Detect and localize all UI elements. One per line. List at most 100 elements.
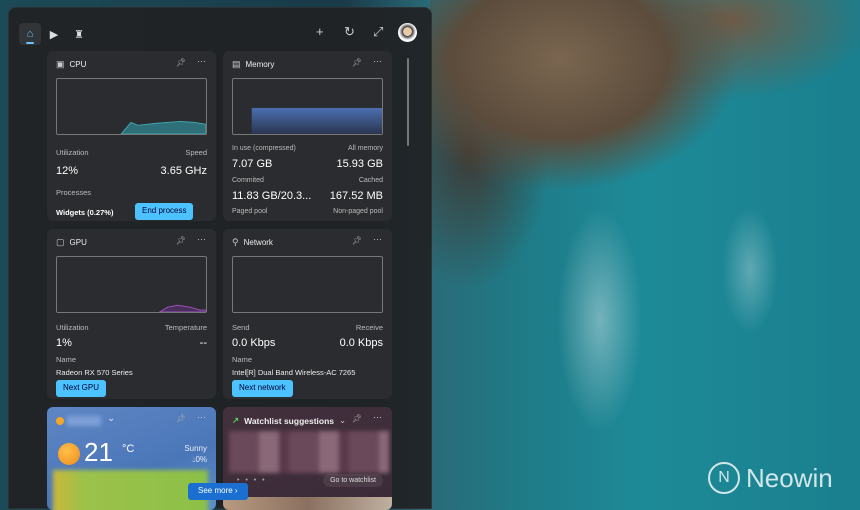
tab-watch[interactable]: ▶	[43, 23, 65, 45]
cpu-graph	[56, 78, 207, 135]
send-value: 0.0 Kbps	[232, 337, 276, 349]
refresh-button[interactable]: ↻	[344, 24, 355, 40]
temperature-unit: °C	[122, 443, 135, 455]
temperature-value: 21	[84, 437, 113, 467]
pin-icon[interactable]: 📌︎	[176, 414, 186, 423]
game-icon: ♜	[74, 28, 84, 41]
more-options-icon[interactable]: ···	[197, 412, 206, 422]
news-image	[223, 497, 392, 510]
tab-gaming[interactable]: ♜	[68, 23, 90, 45]
widgets-board: ⌂ ▶ ♜ + ↻ ⤢ ▣ CPU 📌︎ ··· Utilization Speed…	[8, 7, 432, 510]
cached-label: Cached	[358, 177, 383, 184]
more-options-icon[interactable]: ···	[373, 56, 382, 66]
committed-value: 11.83 GB/20.3...	[232, 190, 312, 202]
pin-icon[interactable]: 📌︎	[352, 236, 362, 245]
non-paged-pool-label: Non-paged pool	[333, 208, 383, 215]
expand-button[interactable]: ⤢	[373, 24, 383, 40]
adapter-name: Intel[R] Dual Band Wireless-AC 7265	[232, 368, 356, 377]
precipitation-value: 0%	[195, 455, 207, 464]
see-more-button[interactable]: See more ›	[188, 483, 248, 500]
utilization-value: 1%	[56, 337, 72, 349]
add-icon: +	[316, 24, 324, 39]
network-graph	[232, 256, 383, 313]
more-options-icon[interactable]: ···	[373, 234, 382, 244]
sunny-icon	[58, 443, 80, 465]
top-process: Widgets (0.27%)	[56, 208, 114, 217]
temperature-label: Temperature	[164, 323, 207, 332]
more-options-icon[interactable]: ···	[197, 56, 206, 66]
gpu-icon: ▢	[56, 237, 65, 247]
send-label: Send	[232, 323, 250, 332]
precipitation: 💧︎0%	[192, 455, 207, 464]
more-options-icon[interactable]: ···	[373, 412, 382, 422]
add-widget-button[interactable]: +	[316, 24, 324, 39]
utilization-label: Utilization	[56, 323, 89, 332]
widget-title: Watchlist suggestions	[244, 415, 335, 426]
memory-graph-fill	[251, 107, 382, 134]
weather-location-icon	[56, 417, 64, 425]
see-more-label: See more	[198, 486, 233, 495]
chevron-down-icon[interactable]: ⌄	[107, 413, 115, 424]
receive-value: 0.0 Kbps	[339, 337, 383, 349]
next-gpu-button[interactable]: Next GPU	[56, 380, 107, 397]
widget-title: Network	[243, 238, 273, 247]
neowin-watermark: N Neowin	[708, 462, 833, 494]
memory-icon: ▤	[232, 59, 241, 69]
end-process-button[interactable]: End process	[135, 203, 194, 220]
cpu-icon: ▣	[56, 59, 65, 69]
cpu-widget: ▣ CPU 📌︎ ··· Utilization Speed 12% 3.65 GH…	[47, 51, 216, 221]
gpu-name: Radeon RX 570 Series	[56, 368, 133, 377]
widget-title: GPU	[69, 238, 87, 247]
go-to-watchlist-button[interactable]: Go to watchlist	[323, 474, 383, 487]
cpu-graph-line	[120, 120, 206, 134]
play-icon: ▶	[49, 28, 59, 41]
utilization-label: Utilization	[56, 148, 89, 157]
scrollbar[interactable]	[407, 58, 409, 146]
pin-icon[interactable]: 📌︎	[352, 414, 362, 423]
more-options-icon[interactable]: ···	[197, 234, 206, 244]
neowin-logo: N	[708, 462, 740, 494]
gpu-widget: ▢ GPU 📌︎ ··· Utilization Temperature 1% --…	[47, 229, 216, 399]
pin-icon[interactable]: 📌︎	[176, 58, 186, 67]
gpu-graph	[56, 256, 207, 313]
avatar[interactable]	[398, 23, 417, 42]
chevron-down-icon[interactable]: ⌄	[339, 415, 346, 426]
receive-label: Receive	[355, 323, 383, 332]
name-label: Name	[56, 355, 77, 364]
all-memory-value: 15.93 GB	[336, 158, 383, 170]
in-use-value: 7.07 GB	[232, 158, 273, 170]
memory-widget: ▤ Memory 📌︎ ··· In use (compressed) All me…	[223, 51, 392, 221]
tab-home[interactable]: ⌂	[19, 23, 41, 45]
utilization-value: 12%	[56, 165, 79, 177]
weather-map-redacted	[53, 470, 208, 510]
all-memory-label: All memory	[347, 145, 383, 152]
pin-icon[interactable]: 📌︎	[352, 58, 362, 67]
wallpaper-surf	[450, 150, 850, 480]
refresh-icon: ↻	[344, 24, 355, 39]
processes-label: Processes	[56, 188, 92, 197]
paged-pool-label: Paged pool	[232, 208, 268, 215]
expand-icon: ⤢	[373, 24, 384, 39]
temperature-value: --	[199, 337, 207, 349]
watchlist-items-redacted	[229, 431, 389, 473]
weather-condition: Sunny	[184, 444, 207, 453]
next-network-button[interactable]: Next network	[232, 380, 293, 397]
memory-graph	[232, 78, 383, 135]
network-widget: ⚲ Network 📌︎ ··· Send Receive 0.0 Kbps 0.0…	[223, 229, 392, 399]
committed-label: Commited	[232, 177, 264, 184]
network-icon: ⚲	[232, 237, 239, 247]
speed-value: 3.65 GHz	[160, 165, 207, 177]
widget-title: CPU	[69, 60, 87, 69]
pin-icon[interactable]: 📌︎	[176, 236, 186, 245]
cached-value: 167.52 MB	[329, 190, 383, 202]
stock-chart-icon: ↗	[232, 415, 240, 425]
in-use-label: In use (compressed)	[232, 145, 296, 152]
widget-title: Memory	[245, 60, 275, 69]
watchlist-widget: ↗ Watchlist suggestions ⌄ 📌︎ ··· • • • • Go…	[223, 407, 392, 510]
gpu-graph-line	[158, 304, 206, 312]
speed-label: Speed	[185, 148, 207, 157]
home-icon: ⌂	[26, 28, 34, 40]
watermark-text: Neowin	[746, 462, 833, 493]
location-name-redacted	[67, 416, 101, 426]
name-label: Name	[232, 355, 253, 364]
